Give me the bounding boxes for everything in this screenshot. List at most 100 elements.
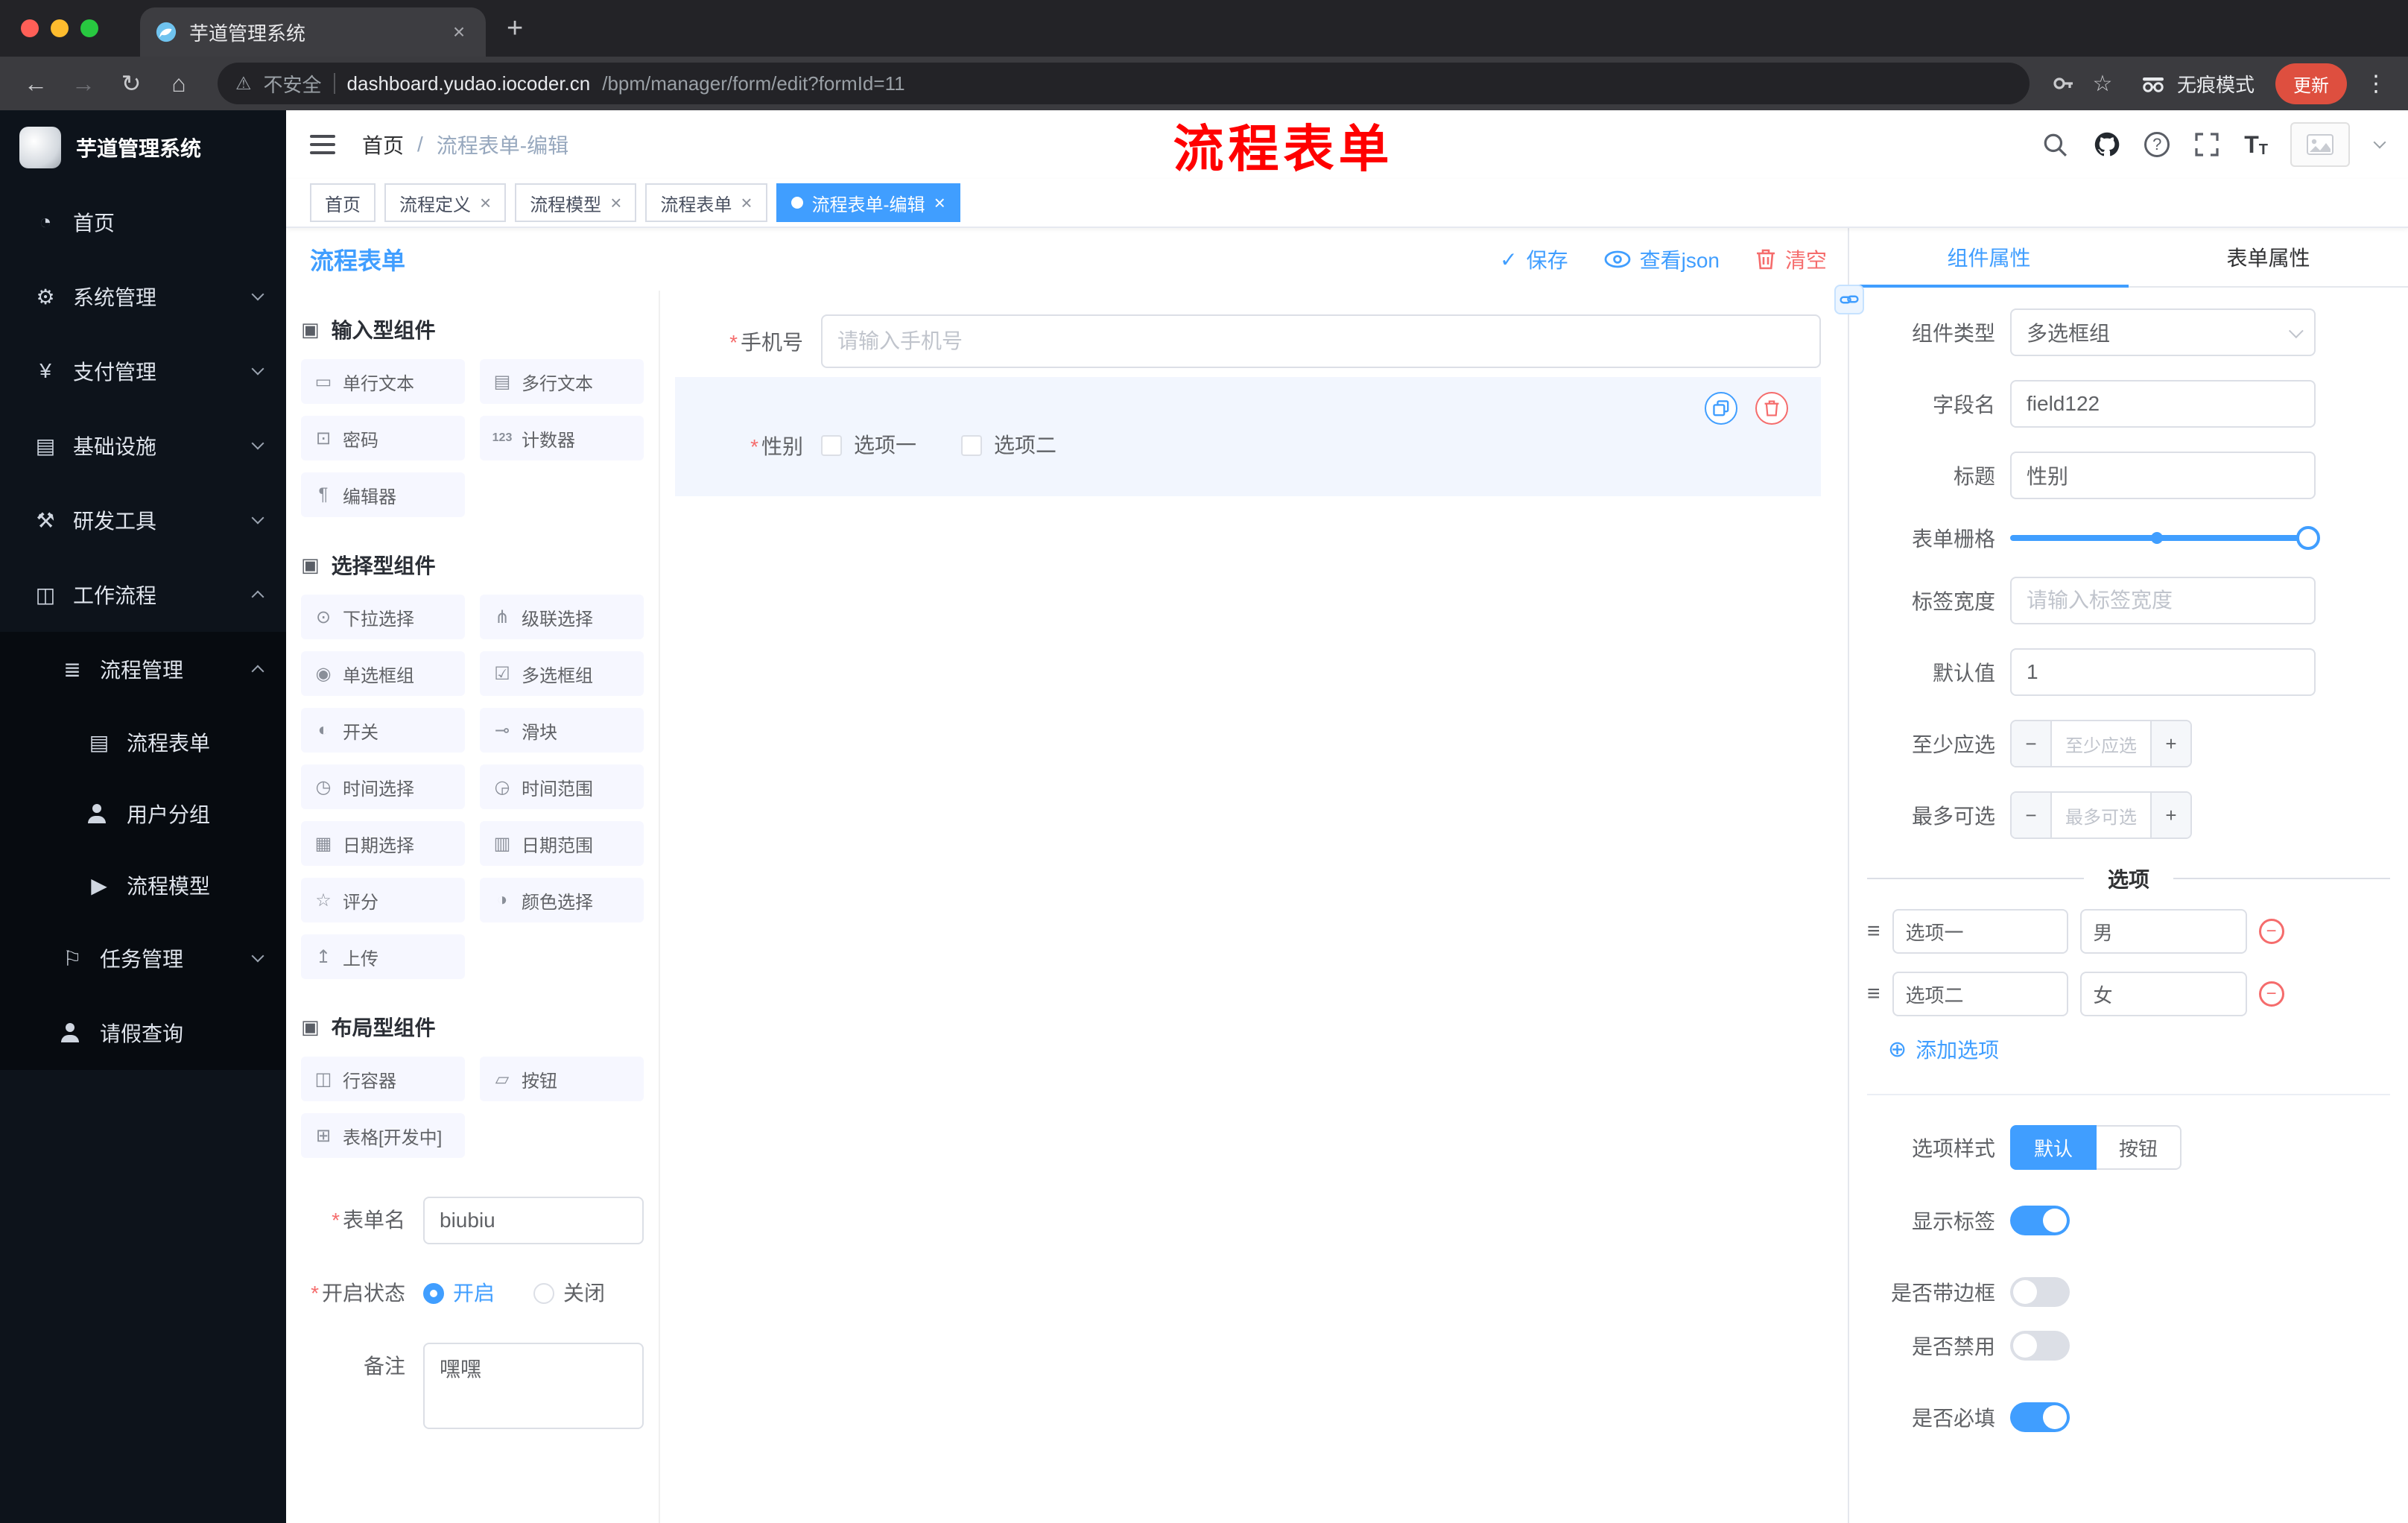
back-icon[interactable]: ← xyxy=(15,63,57,104)
sidebar-item-process-model[interactable]: ▶ 流程模型 xyxy=(0,849,286,921)
component-item-switch[interactable]: ◐ 开关 xyxy=(301,708,465,753)
disabled-switch[interactable] xyxy=(2010,1331,2070,1361)
component-item-button[interactable]: ▱ 按钮 xyxy=(480,1057,644,1101)
component-item-checkbox-group[interactable]: ☑ 多选框组 xyxy=(480,651,644,696)
component-item-multi-line-text[interactable]: ▤ 多行文本 xyxy=(480,359,644,404)
phone-input[interactable] xyxy=(821,314,1821,368)
search-icon[interactable] xyxy=(2040,130,2070,159)
status-radio-on[interactable]: 开启 xyxy=(423,1270,495,1317)
slider-handle[interactable] xyxy=(2296,526,2320,550)
component-item-color-picker[interactable]: ◑ 颜色选择 xyxy=(480,878,644,922)
address-bar[interactable]: ⚠ 不安全 dashboard.yudao.iocoder.cn /bpm/ma… xyxy=(218,63,2030,104)
tag-process-definition[interactable]: 流程定义 × xyxy=(384,183,507,222)
tag-home[interactable]: 首页 xyxy=(310,183,376,222)
tab-close-icon[interactable]: × xyxy=(447,20,471,44)
gender-option-2-checkbox[interactable]: 选项二 xyxy=(961,431,1056,460)
label-width-input[interactable] xyxy=(2010,577,2316,624)
component-item-time-picker[interactable]: ◷ 时间选择 xyxy=(301,764,465,809)
component-item-upload[interactable]: ↥ 上传 xyxy=(301,934,465,979)
breadcrumb-home[interactable]: 首页 xyxy=(362,130,404,159)
link-icon[interactable] xyxy=(1834,285,1864,314)
default-value-input[interactable] xyxy=(2010,648,2316,696)
password-key-icon[interactable] xyxy=(2047,67,2080,100)
save-button[interactable]: ✓ 保存 xyxy=(1500,244,1568,274)
maximize-window-button[interactable] xyxy=(80,19,98,37)
copy-widget-button[interactable] xyxy=(1705,392,1737,425)
collapse-sidebar-icon[interactable] xyxy=(310,135,335,154)
option-2-value-input[interactable] xyxy=(2079,972,2247,1016)
field-name-input[interactable] xyxy=(2010,380,2316,428)
component-item-cascader[interactable]: ⋔ 级联选择 xyxy=(480,595,644,639)
sidebar-item-process-form[interactable]: ▤ 流程表单 xyxy=(0,706,286,778)
title-input[interactable] xyxy=(2010,452,2316,499)
decrease-button[interactable]: − xyxy=(2012,721,2052,766)
decrease-button[interactable]: − xyxy=(2012,793,2052,838)
sidebar-item-payment[interactable]: ¥ 支付管理 xyxy=(0,334,286,408)
tag-close-icon[interactable]: × xyxy=(610,191,621,215)
clear-button[interactable]: 清空 xyxy=(1755,244,1827,274)
reload-icon[interactable]: ↻ xyxy=(110,63,152,104)
sidebar-item-task-management[interactable]: ⚐ 任务管理 xyxy=(0,921,286,995)
component-item-rate[interactable]: ☆ 评分 xyxy=(301,878,465,922)
forward-icon[interactable]: → xyxy=(63,63,104,104)
sidebar-item-user-group[interactable]: 用户分组 xyxy=(0,778,286,849)
sidebar-item-process-management[interactable]: ≣ 流程管理 xyxy=(0,632,286,706)
option-1-value-input[interactable] xyxy=(2079,909,2247,954)
increase-button[interactable]: + xyxy=(2150,793,2190,838)
grid-slider[interactable] xyxy=(2010,525,2320,551)
show-label-switch[interactable] xyxy=(2010,1206,2070,1235)
gender-option-1-checkbox[interactable]: 选项一 xyxy=(821,431,916,460)
component-item-single-line-text[interactable]: ▭ 单行文本 xyxy=(301,359,465,404)
sidebar-item-devtools[interactable]: ⚒ 研发工具 xyxy=(0,483,286,557)
help-icon[interactable]: ? xyxy=(2144,132,2170,157)
component-item-counter[interactable]: 123 计数器 xyxy=(480,416,644,460)
remark-textarea[interactable]: 嘿嘿 xyxy=(423,1343,644,1429)
increase-button[interactable]: + xyxy=(2150,721,2190,766)
update-button[interactable]: 更新 xyxy=(2275,63,2347,104)
drag-handle-icon[interactable]: ≡ xyxy=(1867,981,1881,1007)
component-item-date-picker[interactable]: ▦ 日期选择 xyxy=(301,821,465,866)
tab-form-props[interactable]: 表单属性 xyxy=(2129,228,2408,286)
drag-handle-icon[interactable]: ≡ xyxy=(1867,919,1881,944)
browser-menu-icon[interactable]: ⋮ xyxy=(2365,71,2387,97)
browser-tab[interactable]: 芋道管理系统 × xyxy=(140,7,486,57)
form-name-input[interactable] xyxy=(423,1197,644,1244)
avatar[interactable] xyxy=(2290,122,2350,167)
slider-rail[interactable] xyxy=(2010,526,2320,550)
add-option-button[interactable]: ⊕ 添加选项 xyxy=(1888,1034,2408,1064)
tag-close-icon[interactable]: × xyxy=(741,191,752,215)
component-item-row-container[interactable]: ◫ 行容器 xyxy=(301,1057,465,1101)
sidebar-item-infrastructure[interactable]: ▤ 基础设施 xyxy=(0,408,286,483)
option-2-label-input[interactable] xyxy=(1892,972,2068,1016)
close-window-button[interactable] xyxy=(21,19,39,37)
style-default-button[interactable]: 默认 xyxy=(2010,1125,2097,1170)
style-button-button[interactable]: 按钮 xyxy=(2097,1125,2182,1170)
component-item-time-range[interactable]: ◶ 时间范围 xyxy=(480,764,644,809)
sidebar-item-workflow[interactable]: ◫ 工作流程 xyxy=(0,557,286,632)
tag-close-icon[interactable]: × xyxy=(934,191,945,215)
min-select-value[interactable]: 至少应选 xyxy=(2052,721,2150,766)
widget-gender-selected[interactable]: * 性别 选项一 选项二 xyxy=(675,377,1821,496)
status-radio-off[interactable]: 关闭 xyxy=(533,1270,605,1317)
font-size-icon[interactable]: TT xyxy=(2244,131,2268,159)
sidebar-item-leave-query[interactable]: 请假查询 xyxy=(0,995,286,1070)
fullscreen-icon[interactable] xyxy=(2192,130,2222,159)
view-json-button[interactable]: 查看json xyxy=(1604,244,1720,274)
component-item-slider[interactable]: ⊸ 滑块 xyxy=(480,708,644,753)
max-select-value[interactable]: 最多可选 xyxy=(2052,793,2150,838)
remove-option-button[interactable]: − xyxy=(2258,981,2284,1007)
required-switch[interactable] xyxy=(2010,1402,2070,1432)
github-icon[interactable] xyxy=(2092,130,2122,159)
component-item-table[interactable]: ⊞ 表格[开发中] xyxy=(301,1113,465,1158)
tag-process-model[interactable]: 流程模型 × xyxy=(515,183,637,222)
home-icon[interactable]: ⌂ xyxy=(158,63,200,104)
form-canvas[interactable]: *手机号 *性别 xyxy=(659,291,1848,1523)
component-type-select[interactable]: 多选框组 xyxy=(2010,308,2316,356)
widget-phone[interactable]: * 手机号 xyxy=(675,314,1821,368)
component-item-editor[interactable]: ¶ 编辑器 xyxy=(301,472,465,517)
delete-widget-button[interactable] xyxy=(1755,392,1788,425)
minimize-window-button[interactable] xyxy=(51,19,69,37)
component-item-password[interactable]: ⊡ 密码 xyxy=(301,416,465,460)
component-item-select[interactable]: ⊙ 下拉选择 xyxy=(301,595,465,639)
border-switch[interactable] xyxy=(2010,1277,2070,1307)
